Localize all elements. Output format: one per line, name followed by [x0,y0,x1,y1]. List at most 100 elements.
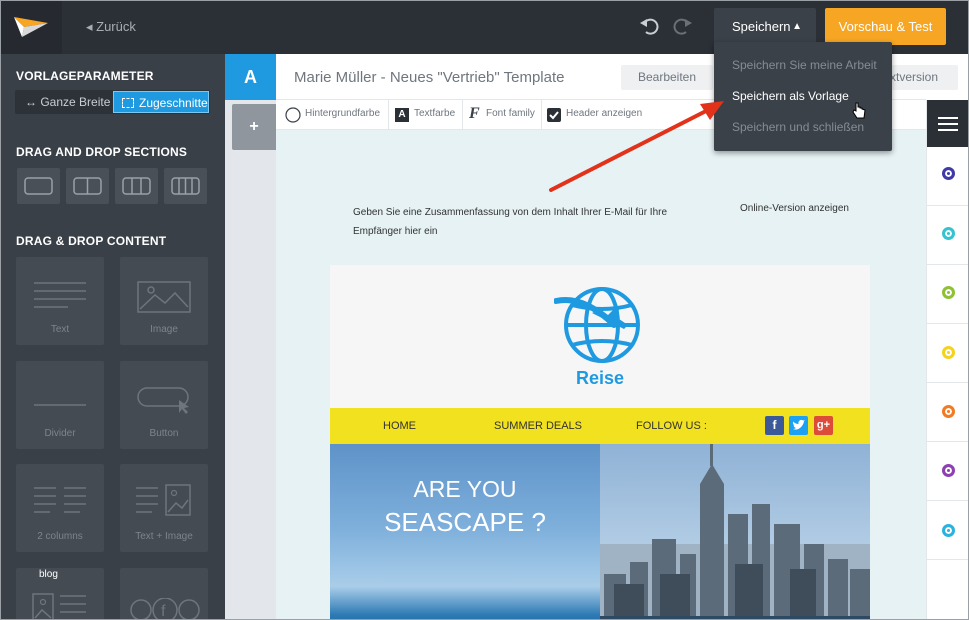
font-family-button[interactable]: Font family [486,108,535,119]
toolbar-divider [541,100,542,130]
rail-divider [927,441,969,442]
tile-label: Text [50,324,70,335]
email-summary-text[interactable]: Geben Sie eine Zusammenfassung von dem I… [353,203,683,241]
menu-item-save-work[interactable]: Speichern Sie meine Arbeit [732,58,877,72]
edit-button[interactable]: Bearbeiten [621,65,713,90]
crop-icon [122,98,134,108]
brand-name: Reise [575,368,625,388]
content-heading: DRAG & DROP CONTENT [16,234,167,248]
cropped-width-option[interactable]: Zugeschnitte [113,91,209,113]
section-2-columns[interactable] [66,168,109,204]
email-nav-bar: HOME SUMMER DEALS FOLLOW US : f g+ [330,408,870,444]
palette-color-swatch[interactable] [942,346,955,359]
rail-divider [927,500,969,501]
blog-icon [32,593,86,620]
one-column-icon [24,177,53,195]
online-version-link[interactable]: Online-Version anzeigen [740,203,849,214]
menu-item-save-and-close[interactable]: Speichern und schließen [732,120,864,134]
rail-divider [927,205,969,206]
divider-icon [34,404,86,406]
nav-summer-deals[interactable]: SUMMER DEALS [494,420,582,432]
text-color-button[interactable]: Textfarbe [414,108,455,119]
two-columns-icon [73,177,102,195]
tile-label: Divider [44,428,76,439]
palette-color-swatch[interactable] [942,286,955,299]
show-header-label[interactable]: Header anzeigen [566,108,642,119]
header-checkbox[interactable] [547,108,561,122]
logo[interactable] [0,0,62,54]
page-title: Marie Müller - Neues "Vertrieb" Template [294,69,565,86]
button-icon [137,387,189,414]
template-tabs: A + [225,54,276,620]
left-sidebar: VORLAGEPARAMETER ↔ Ganze Breite Zugeschn… [0,54,225,620]
two-column-text-icon [34,487,86,513]
email-body: Reise HOME SUMMER DEALS FOLLOW US : f g+… [330,265,870,620]
content-tile-two-columns[interactable]: 2 columns [16,464,104,552]
section-4-columns[interactable] [164,168,207,204]
content-tile-text-image[interactable]: Text + Image [120,464,208,552]
svg-text:f: f [161,603,166,620]
content-tile-image[interactable]: Image [120,257,208,345]
width-toggle: ↔ Ganze Breite Zugeschnitte [15,90,210,114]
twitter-bird-glyph [792,419,805,430]
hand-cursor-icon [852,102,866,119]
google-plus-icon[interactable]: g+ [814,416,833,435]
menu-hamburger-icon[interactable] [927,100,969,147]
section-3-columns[interactable] [115,168,158,204]
content-tile-social[interactable]: f [120,568,208,620]
tile-label: Image [150,324,178,335]
cropped-width-label: Zugeschnitte [139,96,208,110]
back-link[interactable]: ◂ Zurück [86,19,136,35]
twitter-icon[interactable] [789,416,808,435]
tile-label: 2 columns [37,531,83,542]
preview-test-button[interactable]: Vorschau & Test [825,8,946,45]
background-color-button[interactable]: Hintergrundfarbe [305,108,380,119]
content-tile-blog[interactable] [16,568,104,620]
rail-divider [927,264,969,265]
params-heading: VORLAGEPARAMETER [16,69,154,83]
tab-template-a[interactable]: A [225,54,276,100]
palette-color-swatch[interactable] [942,464,955,477]
content-tile-text[interactable]: Text [16,257,104,345]
blog-tile-label: blog [39,569,58,580]
text-color-icon[interactable]: A [395,108,409,122]
add-tab-button[interactable]: + [232,104,276,150]
toolbar-divider [462,100,463,130]
menu-item-save-as-template[interactable]: Speichern als Vorlage [732,89,849,103]
undo-icon[interactable] [638,15,660,37]
email-canvas: Geben Sie eine Zusammenfassung von dem I… [276,130,926,620]
full-width-option[interactable]: ↔ Ganze Breite [25,95,110,109]
hero-line-2: SEASCAPE ? [384,507,546,537]
font-family-icon[interactable]: F [469,105,480,123]
background-color-icon[interactable] [285,107,301,123]
content-tile-divider[interactable]: Divider [16,361,104,449]
save-button[interactable]: Speichern ▲ [714,8,816,45]
palette-color-swatch[interactable] [942,227,955,240]
nav-home[interactable]: HOME [383,420,416,432]
palette-color-swatch[interactable] [942,405,955,418]
four-columns-icon [171,177,200,195]
social-icons-icon: f [130,598,200,620]
content-tile-button[interactable]: Button [120,361,208,449]
redo-icon[interactable] [672,15,694,37]
skyline-illustration [600,444,870,620]
section-1-column[interactable] [17,168,60,204]
rail-divider [927,323,969,324]
globe-plane-logo-icon [554,287,640,363]
email-header: Reise [330,265,870,408]
text-version-button[interactable]: xtversion [886,65,958,90]
palette-color-swatch[interactable] [942,167,955,180]
checkmark-icon [549,111,559,120]
hero-line-1: ARE YOU [413,476,517,502]
tile-label: Text + Image [135,531,193,542]
caret-up-icon: ▲ [792,21,802,32]
sections-heading: DRAG AND DROP SECTIONS [16,145,188,159]
hero-city-image [600,444,870,620]
palette-color-swatch[interactable] [942,524,955,537]
color-palette-rail [926,100,969,620]
text-image-icon [136,484,191,516]
toolbar-divider [388,100,389,130]
nav-follow-us: FOLLOW US : [636,420,707,432]
paper-plane-logo-icon [14,17,48,37]
facebook-icon[interactable]: f [765,416,784,435]
